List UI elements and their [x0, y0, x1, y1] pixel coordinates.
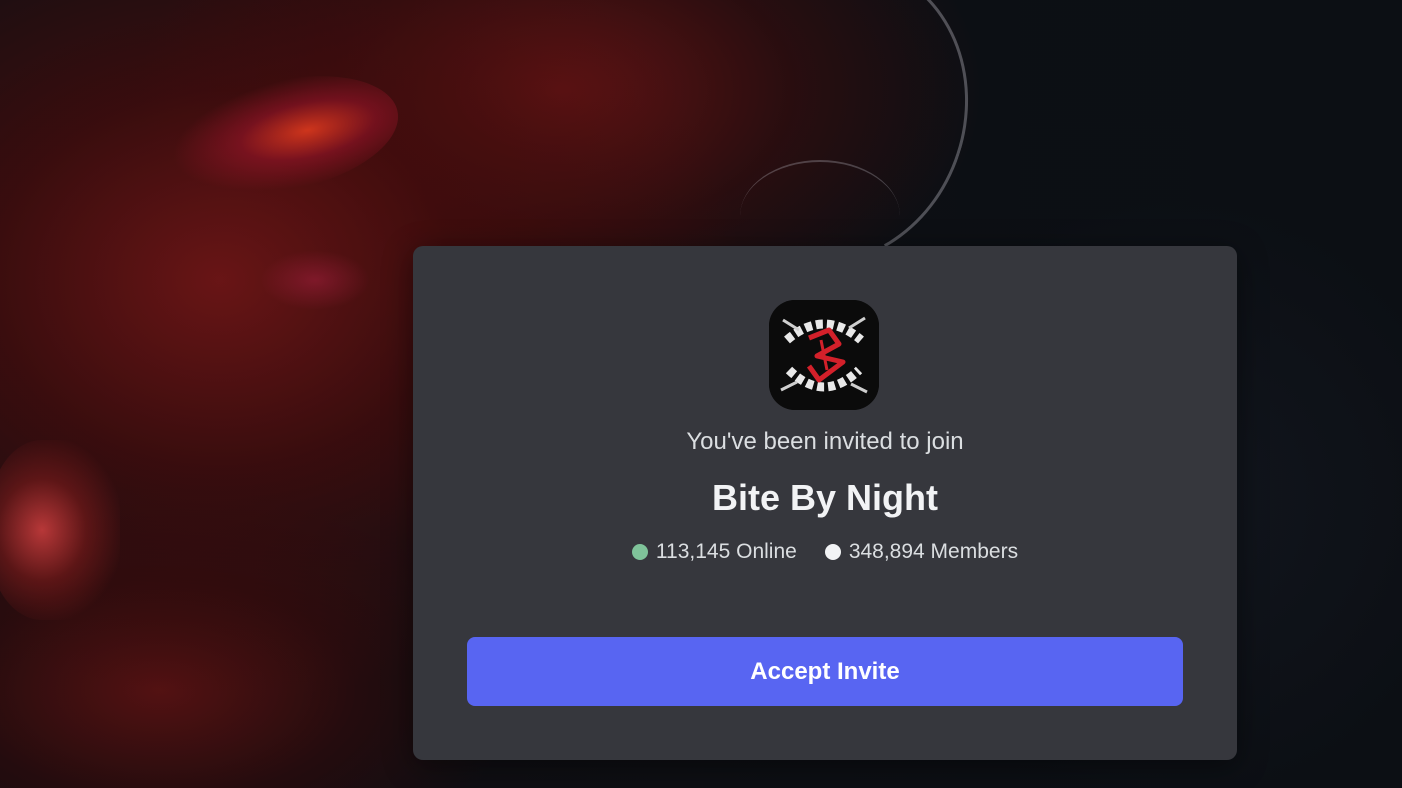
online-dot-icon: [631, 544, 648, 560]
background-artwork-teeth: [0, 440, 120, 620]
member-count: 348,894 Members: [848, 540, 1019, 563]
online-count: 113,145 Online: [655, 540, 797, 563]
accept-invite-button[interactable]: Accept Invite: [467, 637, 1183, 706]
server-logo-icon: [769, 300, 879, 410]
server-stats: 113,145 Online 348,894 Members: [413, 538, 1237, 566]
invite-subtitle: You've been invited to join: [686, 428, 964, 455]
members-stat: 348,894 Members: [824, 538, 1019, 566]
server-icon: [769, 300, 879, 410]
background-artwork-detail: [260, 250, 370, 310]
online-stat: 113,145 Online: [631, 538, 797, 566]
members-dot-icon: [824, 544, 841, 560]
invite-card: You've been invited to join Bite By Nigh…: [413, 246, 1237, 760]
invite-page: You've been invited to join Bite By Nigh…: [0, 0, 1402, 788]
server-name: Bite By Night: [711, 477, 938, 518]
background-artwork-eye: [161, 57, 409, 213]
